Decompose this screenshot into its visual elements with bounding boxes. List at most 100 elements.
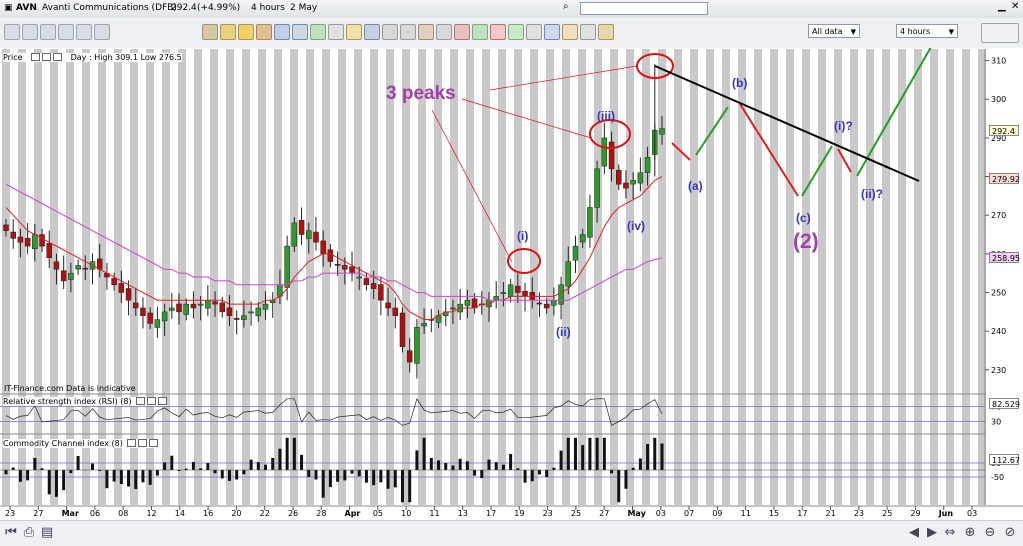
layout-icon[interactable]	[58, 24, 74, 40]
x-tick-label: May	[627, 509, 646, 518]
text-tool-icon[interactable]	[346, 24, 362, 40]
close-box-icon[interactable]	[53, 53, 62, 61]
background-stripe	[530, 49, 538, 505]
chart-area[interactable]: 230240250260270280290300310703050-50 232…	[0, 48, 1023, 520]
change-label: (+4.99%)	[197, 3, 240, 13]
trash-icon[interactable]	[400, 24, 416, 40]
background-stripe	[402, 49, 410, 505]
minimize-icon[interactable]: ▁	[998, 1, 1006, 12]
scissors-icon[interactable]	[436, 24, 452, 40]
ruler-icon[interactable]	[202, 24, 218, 40]
pattern-icon[interactable]	[454, 24, 470, 40]
range-select[interactable]: All data ▼	[808, 24, 860, 38]
alarm-icon[interactable]	[238, 24, 254, 40]
cci-bar	[271, 458, 274, 470]
window-icon[interactable]	[42, 53, 51, 61]
close-icon[interactable]: ✕	[1011, 1, 1019, 12]
line-tool-icon[interactable]	[220, 24, 236, 40]
cci-bar	[502, 465, 505, 470]
candle-body	[450, 308, 455, 309]
search-icon[interactable]: ⌕	[563, 1, 569, 12]
x-tick-label: 05	[373, 509, 383, 518]
candle-body	[220, 303, 225, 312]
indicator-icon[interactable]	[76, 24, 92, 40]
interval-select[interactable]: 4 hours ▼	[896, 24, 958, 38]
scroll-left-icon[interactable]: ◀	[907, 526, 921, 540]
crosshair-icon[interactable]	[22, 24, 38, 40]
x-tick-label: 29	[910, 509, 920, 518]
candle-body	[551, 300, 556, 305]
candle-body	[155, 320, 160, 328]
close-box-icon[interactable]	[158, 397, 167, 405]
candle-body	[350, 267, 355, 274]
save-icon[interactable]	[364, 24, 380, 40]
fit-icon[interactable]: ⇔	[943, 526, 957, 540]
candle-body	[638, 173, 643, 183]
cci-bar	[26, 470, 29, 480]
window-icon[interactable]	[147, 397, 156, 405]
candles-icon[interactable]	[508, 24, 524, 40]
wave-ii-question-label: (ii)?	[861, 187, 883, 201]
studies-icon[interactable]	[562, 24, 578, 40]
print-icon[interactable]: ⎙	[22, 526, 36, 540]
symbol-search-input[interactable]	[580, 2, 708, 15]
background-stripe	[898, 49, 906, 505]
pan-icon[interactable]	[4, 24, 20, 40]
background-stripe	[482, 49, 490, 505]
cci-bar	[48, 470, 51, 494]
background-stripe	[498, 49, 506, 505]
cci-bar	[646, 444, 649, 470]
x-tick-label: 17	[797, 509, 807, 518]
cci-bar	[134, 470, 137, 489]
pencil-icon[interactable]	[256, 24, 272, 40]
zoom-in-icon[interactable]: ⊕	[963, 526, 977, 540]
window-icon[interactable]	[138, 439, 147, 447]
wrench-icon[interactable]	[31, 53, 40, 61]
wave-icon[interactable]	[472, 24, 488, 40]
chart-type-icon[interactable]	[94, 24, 110, 40]
scroll-right-icon[interactable]: ▶	[925, 526, 939, 540]
background-stripe	[706, 49, 714, 505]
channel-icon[interactable]	[292, 24, 308, 40]
cci-bar	[639, 459, 642, 470]
wrench-icon[interactable]	[136, 397, 145, 405]
cci-bar	[509, 454, 512, 470]
price-panel-title: Price	[3, 53, 23, 62]
x-tick-label: 07	[684, 509, 694, 518]
candle-body	[4, 225, 9, 231]
fibonacci-icon[interactable]	[310, 24, 326, 40]
bars-icon[interactable]	[526, 24, 542, 40]
background-stripe	[834, 49, 842, 505]
background-stripe	[674, 49, 682, 505]
candle-body	[162, 312, 167, 321]
candle-body	[393, 308, 398, 316]
wrench-icon[interactable]	[127, 439, 136, 447]
zoom-out-icon[interactable]: ⊖	[983, 526, 997, 540]
candle-body	[328, 250, 333, 262]
tools-icon[interactable]	[418, 24, 434, 40]
fan-icon[interactable]	[490, 24, 506, 40]
print-icon[interactable]	[382, 24, 398, 40]
trendline-icon[interactable]	[274, 24, 290, 40]
template-icon[interactable]	[598, 24, 614, 40]
cci-bar	[610, 470, 613, 473]
grid-icon[interactable]	[580, 24, 596, 40]
x-tick-label: 16	[203, 509, 213, 518]
zoom-icon[interactable]	[40, 24, 56, 40]
save-icon[interactable]: ▤	[40, 526, 54, 540]
candle-body	[299, 220, 304, 234]
zigzag-chart-icon[interactable]	[981, 23, 1019, 43]
candle-body	[335, 264, 340, 265]
x-tick-label: 11	[741, 509, 751, 518]
candle-body	[400, 313, 405, 347]
interval-label: 4 hours	[251, 3, 285, 13]
x-tick-label: 09	[712, 509, 722, 518]
zoom-reset-icon[interactable]: ⊘	[1003, 526, 1017, 540]
first-page-icon[interactable]: ⏮	[4, 526, 18, 540]
candle-body	[501, 293, 506, 294]
close-box-icon[interactable]	[149, 439, 158, 447]
hline-icon[interactable]	[328, 24, 344, 40]
candle-body	[47, 243, 52, 257]
compare-icon[interactable]	[544, 24, 560, 40]
y-tick-label: 230	[991, 366, 1006, 375]
